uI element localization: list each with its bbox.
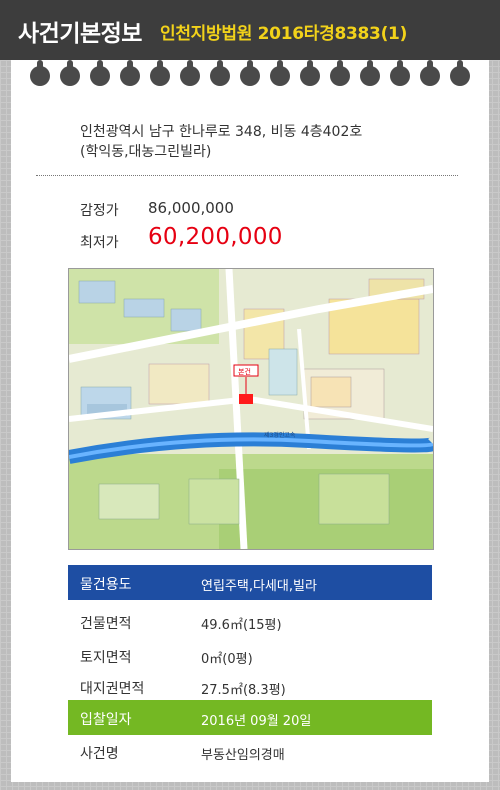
info-row-value: 2016년 09월 20일 [201,714,312,729]
minimum-price-value: 60,200,000 [148,224,283,250]
info-row-label: 사건명 [80,746,119,762]
location-map[interactable]: 제3경인고속 본건 [68,268,434,550]
minimum-price-label: 최저가 [80,235,119,251]
info-row-label: 건물면적 [80,616,132,632]
info-row-label: 대지권면적 [80,681,145,697]
divider [36,175,458,176]
info-row-label: 입찰일자 [80,712,132,728]
info-row-land-right-area: 대지권면적 27.5㎡(8.3평) [68,669,432,704]
case-number: 인천지방법원 2016타경8383(1) [160,24,408,44]
map-road-label: 제3경인고속 [264,431,296,439]
address-line-2: (학익동,대농그린빌라) [80,144,212,160]
info-row-value: 27.5㎡(8.3평) [201,683,286,698]
info-row-value: 부동산임의경매 [201,748,285,763]
info-row-label: 토지면적 [80,650,132,666]
info-row-bid-date: 입찰일자 2016년 09월 20일 [68,700,432,735]
info-row-land-area: 토지면적 0㎡(0평) [68,638,432,673]
binder-holes [30,60,470,88]
header-bar: 사건기본정보 인천지방법원 2016타경8383(1) [0,0,500,60]
appraisal-value: 86,000,000 [148,199,234,217]
info-row-value: 49.6㎡(15평) [201,618,282,633]
map-marker-label: 본건 [238,367,251,376]
page-title: 사건기본정보 [18,21,142,47]
info-row-value: 0㎡(0평) [201,652,253,667]
info-row-building-area: 건물면적 49.6㎡(15평) [68,604,432,639]
info-row-label: 물건용도 [80,577,132,593]
map-image: 제3경인고속 본건 [69,269,433,549]
info-row-usage: 물건용도 연립주택,다세대,빌라 [68,565,432,600]
info-row-value: 연립주택,다세대,빌라 [201,579,317,594]
address-line-1: 인천광역시 남구 한나루로 348, 비동 4층402호 [80,124,363,140]
property-address: 인천광역시 남구 한나루로 348, 비동 4층402호 (학익동,대농그린빌라… [80,122,470,162]
appraisal-label: 감정가 [80,203,119,219]
info-row-case-name: 사건명 부동산임의경매 [68,734,432,769]
